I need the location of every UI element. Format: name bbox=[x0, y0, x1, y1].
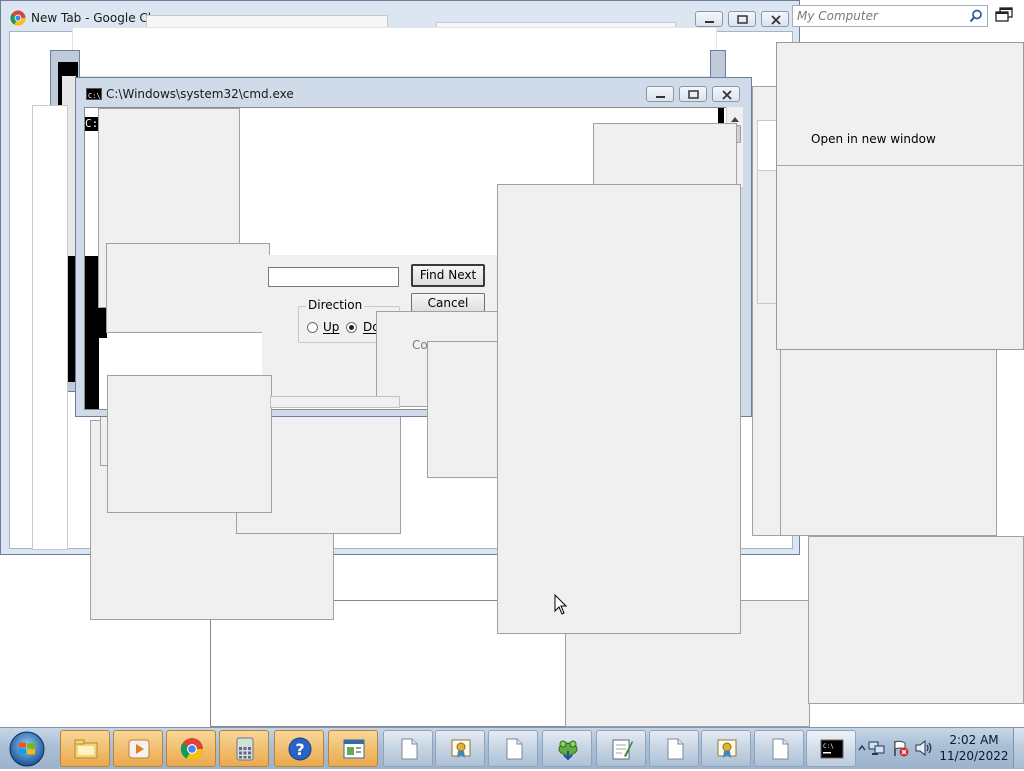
chrome-minimize-button[interactable] bbox=[695, 11, 723, 27]
blank-document-icon bbox=[772, 738, 789, 760]
cmd-prompt: C: bbox=[85, 117, 99, 131]
media-player-icon bbox=[128, 739, 150, 759]
network-icon[interactable] bbox=[868, 740, 886, 756]
chrome-close-button[interactable] bbox=[761, 11, 789, 27]
taskbar: ? C:\ 2:02 AM 11/20/2022 bbox=[0, 727, 1024, 769]
notepad-pen-icon bbox=[612, 739, 633, 760]
clock-date: 11/20/2022 bbox=[939, 749, 1009, 763]
context-menu: Open in new window bbox=[776, 42, 1024, 350]
direction-up-radio[interactable] bbox=[307, 322, 318, 333]
ghost-panel bbox=[106, 243, 270, 333]
folder-icon bbox=[74, 739, 98, 759]
start-button[interactable] bbox=[8, 730, 46, 768]
frog-download-icon bbox=[558, 740, 578, 761]
ghost-panel bbox=[780, 340, 997, 536]
restore-window-icon[interactable] bbox=[995, 7, 1013, 23]
volume-icon[interactable] bbox=[915, 739, 933, 757]
chrome-window-title: New Tab - Google Ch bbox=[31, 11, 156, 25]
direction-label: Direction bbox=[306, 298, 365, 312]
taskbar-doc3-button[interactable] bbox=[649, 730, 699, 767]
ghost-panel bbox=[72, 27, 717, 77]
cmd-minimize-button[interactable] bbox=[646, 86, 674, 102]
tray-show-hidden[interactable] bbox=[858, 742, 866, 752]
taskbar-cert2-button[interactable] bbox=[701, 730, 751, 767]
partial-label: Co bbox=[412, 338, 428, 352]
cmd-close-button[interactable] bbox=[712, 86, 740, 102]
window-app-icon bbox=[343, 739, 365, 759]
ghost-panel bbox=[32, 105, 68, 550]
direction-down-radio[interactable] bbox=[346, 322, 357, 333]
ghost-panel bbox=[497, 184, 741, 634]
taskbar-doc4-button[interactable] bbox=[754, 730, 804, 767]
clock[interactable]: 2:02 AM 11/20/2022 bbox=[938, 732, 1010, 766]
blank-document-icon bbox=[506, 738, 523, 760]
scroll-up-arrow-icon[interactable] bbox=[731, 111, 739, 122]
clock-time: 2:02 AM bbox=[949, 733, 999, 747]
chrome-icon bbox=[180, 738, 203, 760]
taskbar-media-button[interactable] bbox=[113, 730, 163, 767]
taskbar-doc2-button[interactable] bbox=[488, 730, 538, 767]
svg-text:C:\: C:\ bbox=[88, 92, 101, 100]
calculator-icon bbox=[236, 737, 254, 761]
taskbar-cert-button[interactable] bbox=[435, 730, 485, 767]
search-icon[interactable] bbox=[969, 9, 983, 23]
mouse-cursor-icon bbox=[554, 593, 568, 616]
taskbar-frog-button[interactable] bbox=[542, 730, 592, 767]
taskbar-doc1-button[interactable] bbox=[383, 730, 433, 767]
svg-text:C:\: C:\ bbox=[823, 743, 834, 750]
taskbar-chrome-button[interactable] bbox=[166, 730, 216, 767]
taskbar-explorer-button[interactable] bbox=[60, 730, 110, 767]
blank-document-icon bbox=[401, 738, 418, 760]
ghost-panel bbox=[107, 375, 272, 513]
cmd-icon: C:\ bbox=[820, 739, 844, 759]
show-desktop-button[interactable] bbox=[1013, 728, 1024, 768]
address-bar[interactable]: My Computer bbox=[792, 5, 988, 27]
find-what-input[interactable] bbox=[268, 267, 399, 287]
context-menu-separator bbox=[777, 165, 1024, 166]
certificate-icon bbox=[717, 739, 737, 758]
taskbar-app-button[interactable] bbox=[328, 730, 378, 767]
cmd-status-strip bbox=[270, 396, 400, 408]
open-in-new-window-item[interactable]: Open in new window bbox=[811, 132, 936, 146]
help-icon: ? bbox=[288, 737, 312, 761]
ghost-window-frame bbox=[710, 50, 726, 80]
certificate-icon bbox=[451, 739, 471, 758]
cmd-icon: C:\ bbox=[86, 88, 102, 100]
taskbar-cmd-button[interactable]: C:\ bbox=[806, 730, 856, 767]
taskbar-help-button[interactable]: ? bbox=[274, 730, 324, 767]
svg-text:?: ? bbox=[295, 740, 304, 759]
taskbar-notepad-button[interactable] bbox=[596, 730, 646, 767]
cmd-window-title: C:\Windows\system32\cmd.exe bbox=[106, 87, 294, 101]
windows-orb-icon bbox=[9, 731, 45, 767]
direction-up-label[interactable]: Up bbox=[323, 320, 339, 334]
find-next-button[interactable]: Find Next bbox=[411, 264, 485, 287]
address-text: My Computer bbox=[797, 9, 878, 23]
flag-error-icon[interactable] bbox=[892, 739, 910, 757]
ghost-panel bbox=[808, 536, 1024, 704]
cmd-black-column bbox=[85, 256, 99, 409]
chrome-maximize-button[interactable] bbox=[728, 11, 756, 27]
ghost-panel bbox=[427, 341, 499, 478]
chrome-icon bbox=[10, 10, 26, 26]
ghost-panel bbox=[593, 123, 737, 187]
cmd-maximize-button[interactable] bbox=[679, 86, 707, 102]
blank-document-icon bbox=[667, 738, 684, 760]
taskbar-calculator-button[interactable] bbox=[219, 730, 269, 767]
